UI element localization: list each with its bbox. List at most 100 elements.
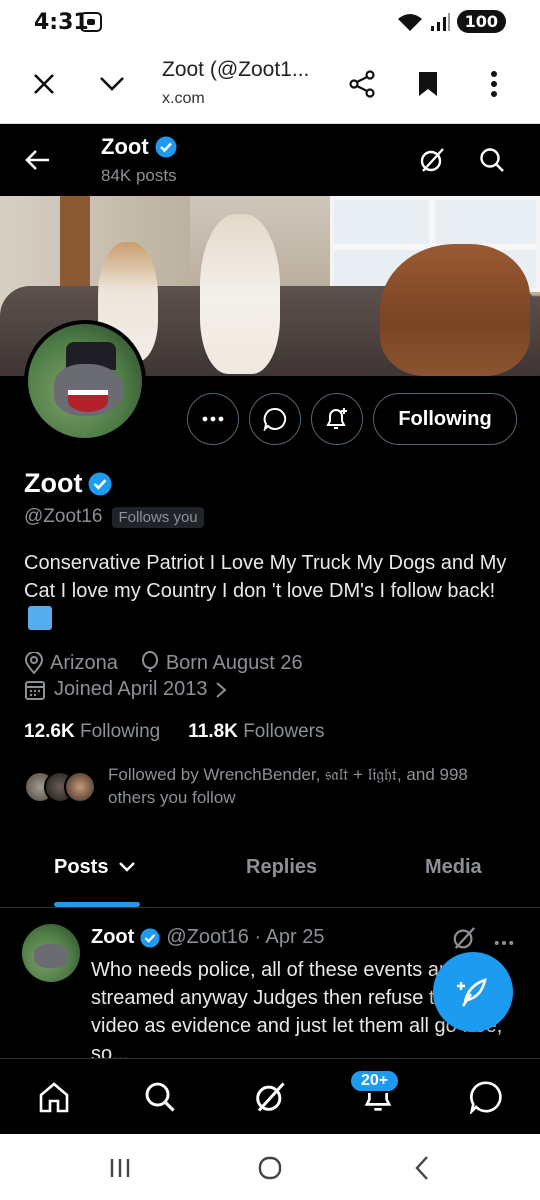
location-pin-icon xyxy=(24,652,44,674)
grok-icon xyxy=(256,1082,285,1112)
profile-tabs: Posts Replies Media xyxy=(0,840,540,908)
profile-meta-row: Arizona Born August 26 xyxy=(24,651,303,675)
following-count-link[interactable]: 12.6K Following xyxy=(24,721,160,743)
blue-square-emoji xyxy=(28,606,52,630)
location: Arizona xyxy=(24,652,118,675)
battery-indicator: 100 xyxy=(456,10,506,33)
grok-button[interactable] xyxy=(414,142,450,178)
share-button[interactable] xyxy=(342,64,382,104)
calendar-icon xyxy=(25,680,45,700)
posts-count: 84K posts xyxy=(101,166,177,185)
active-tab-indicator xyxy=(54,902,140,907)
verified-icon xyxy=(140,927,160,948)
tab-media[interactable]: Media xyxy=(425,856,482,879)
followed-by-avatars xyxy=(24,771,96,803)
birthday: Born August 26 xyxy=(140,651,303,675)
bookmark-button[interactable] xyxy=(408,64,448,104)
followers-count-link[interactable]: 11.8K Followers xyxy=(188,721,324,743)
follows-you-badge: Follows you xyxy=(112,506,204,528)
profile-name: Zoot xyxy=(24,468,112,499)
more-horizontal-icon xyxy=(202,416,224,422)
recents-icon xyxy=(110,1159,130,1177)
birthday-text: Born August 26 xyxy=(165,651,303,674)
chevron-right-icon xyxy=(216,681,227,698)
back-system-button[interactable] xyxy=(402,1152,442,1184)
status-bar: 4:31 100 xyxy=(0,0,540,46)
profile-name-text: Zoot xyxy=(24,468,83,498)
page-url: x.com xyxy=(162,90,205,107)
handle-row: @Zoot16 Follows you xyxy=(24,506,204,528)
status-right: 100 xyxy=(397,10,506,33)
tab-posts[interactable]: Posts xyxy=(54,856,136,879)
bottom-nav xyxy=(0,1058,540,1134)
close-icon xyxy=(34,74,54,94)
recents-button[interactable] xyxy=(100,1152,140,1184)
system-nav-bar xyxy=(0,1134,540,1200)
nav-messages[interactable] xyxy=(466,1077,506,1117)
chevron-down-icon xyxy=(119,862,135,872)
tweet-author-name[interactable]: Zoot xyxy=(91,926,134,949)
home-icon xyxy=(39,1082,69,1113)
banner-dog xyxy=(200,214,280,374)
back-button[interactable] xyxy=(20,142,56,178)
verified-icon xyxy=(155,136,177,158)
header-search-button[interactable] xyxy=(474,142,510,178)
search-icon xyxy=(480,148,504,172)
following-button[interactable]: Following xyxy=(373,393,517,445)
tab-posts-label: Posts xyxy=(54,856,109,878)
arrow-left-icon xyxy=(25,150,49,170)
message-icon xyxy=(263,407,287,431)
notify-button[interactable] xyxy=(311,393,363,445)
profile-bio: Conservative Patriot I Love My Truck My … xyxy=(24,549,514,633)
grok-icon xyxy=(453,927,475,949)
wifi-icon xyxy=(397,13,422,31)
following-count: 12.6K xyxy=(24,721,75,742)
profile-avatar[interactable] xyxy=(24,320,146,442)
avatar-mouth xyxy=(68,390,108,412)
location-text: Arizona xyxy=(50,651,118,674)
tab-replies[interactable]: Replies xyxy=(246,856,317,879)
profile-handle: @Zoot16 xyxy=(24,506,103,527)
browser-menu-button[interactable] xyxy=(474,64,514,104)
tweet-more-button[interactable] xyxy=(494,926,514,952)
chevron-down-icon xyxy=(100,77,124,91)
notifications-badge: 20+ xyxy=(349,1069,401,1093)
bookmark-icon xyxy=(419,72,437,96)
avatar-wolf xyxy=(34,944,68,968)
screenshot-icon xyxy=(80,12,102,32)
tweet-handle-date: @Zoot16 · Apr 25 xyxy=(166,926,325,948)
following-label: Following xyxy=(79,721,161,742)
followers-count: 11.8K xyxy=(188,721,238,742)
balloon-icon xyxy=(141,651,158,672)
bell-plus-icon xyxy=(326,408,347,429)
more-horizontal-icon xyxy=(494,941,514,945)
page-title: Zoot (@Zoot1... xyxy=(162,58,310,81)
messages-icon xyxy=(469,1081,502,1114)
followed-by-text: Followed by WrenchBender, 𝔰𝔞𝔩𝔱 + 𝔩𝔦𝔤𝔥𝔱, … xyxy=(108,765,468,807)
grok-icon xyxy=(420,148,444,172)
share-icon xyxy=(349,70,375,98)
tweet-avatar[interactable] xyxy=(22,924,80,982)
followers-label: Followers xyxy=(243,721,325,742)
compose-button[interactable] xyxy=(433,952,513,1032)
nav-search[interactable] xyxy=(140,1077,180,1117)
back-chevron-icon xyxy=(415,1156,428,1180)
follow-counts: 12.6K Following 11.8K Followers xyxy=(24,721,325,743)
more-options-button[interactable] xyxy=(187,393,239,445)
banner-dog xyxy=(380,244,530,376)
joined-row[interactable]: Joined April 2013 xyxy=(24,678,227,701)
header-name-text: Zoot xyxy=(101,134,149,159)
close-tab-button[interactable] xyxy=(24,64,64,104)
tweet-header: Zoot @Zoot16 · Apr 25 xyxy=(91,926,324,949)
tweet-grok-button[interactable] xyxy=(452,926,476,955)
search-icon xyxy=(145,1082,175,1112)
compose-feather-icon xyxy=(457,978,487,1007)
browser-toolbar: Zoot (@Zoot1... x.com xyxy=(0,46,540,124)
nav-home[interactable] xyxy=(34,1077,74,1117)
nav-grok[interactable] xyxy=(250,1077,290,1117)
header-name: Zoot xyxy=(101,134,177,160)
minimize-tab-button[interactable] xyxy=(92,64,132,104)
home-system-button[interactable] xyxy=(250,1152,290,1184)
signal-icon xyxy=(430,12,450,31)
message-button[interactable] xyxy=(249,393,301,445)
